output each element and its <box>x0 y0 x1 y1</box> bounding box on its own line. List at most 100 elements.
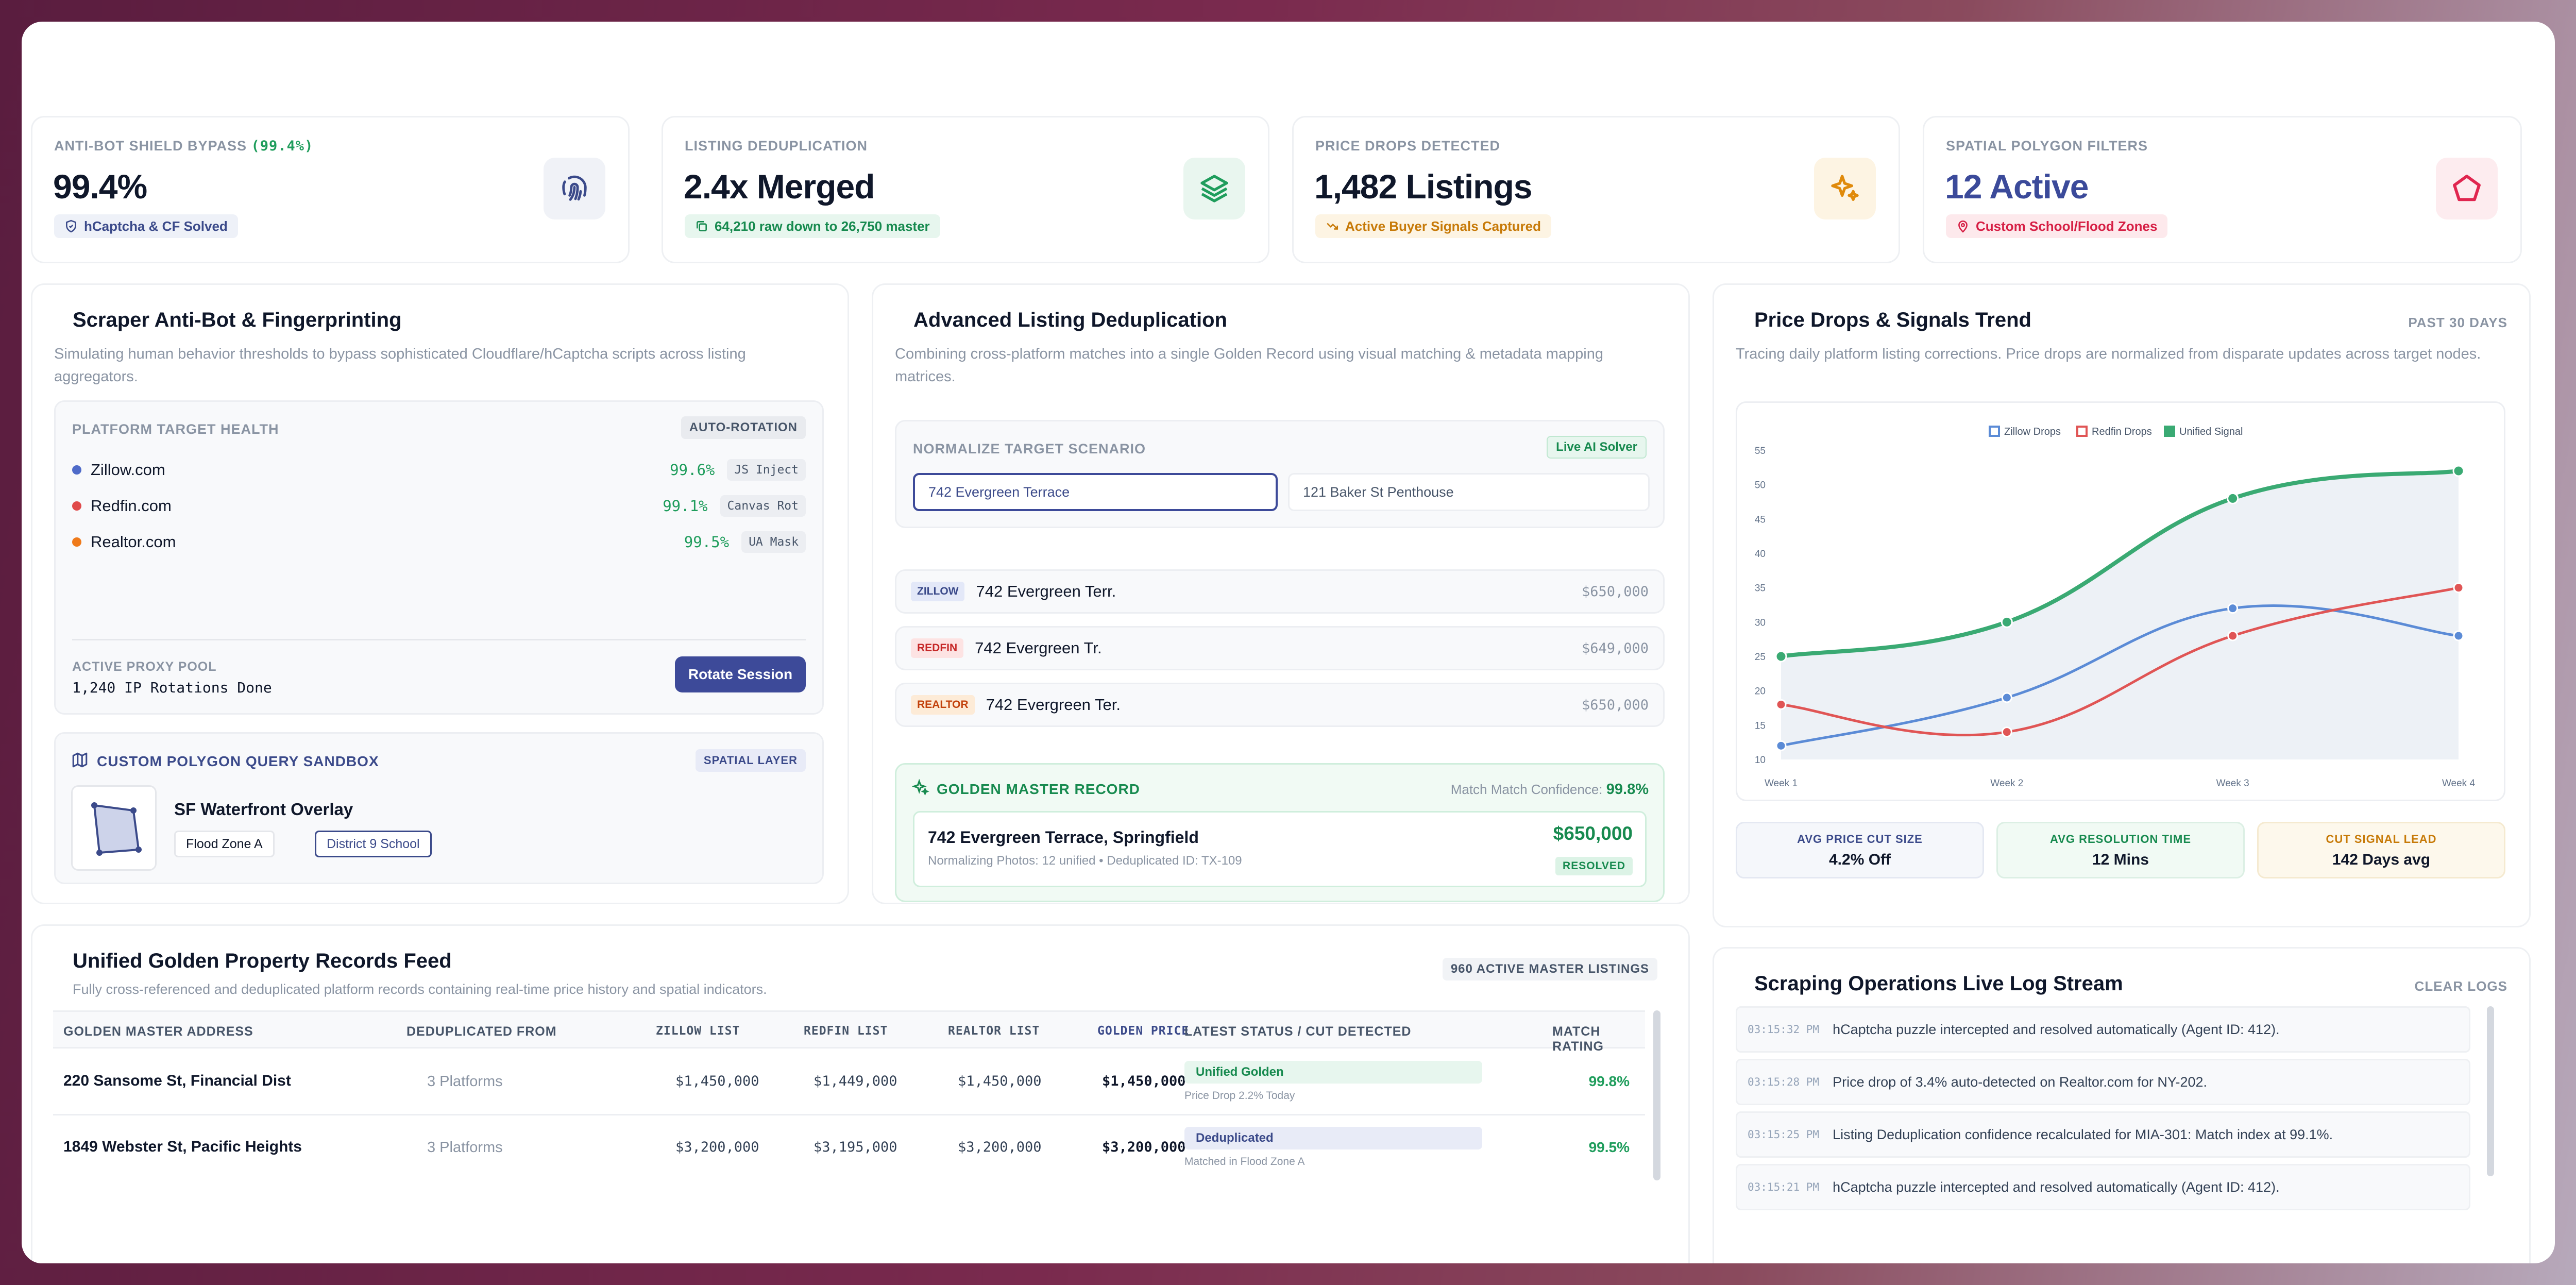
col-header-from: DEDUPLICATED FROM <box>406 1024 557 1039</box>
row-golden: $3,200,000 <box>1102 1139 1186 1155</box>
live-log-card: Scraping Operations Live Log Stream CLEA… <box>1713 947 2531 1263</box>
legend-swatch <box>2076 426 2088 437</box>
scenario-panel: NORMALIZE TARGET SCENARIO Live AI Solver… <box>895 420 1665 528</box>
y-tick-label: 25 <box>1755 652 1766 663</box>
platform-pct: 99.1% <box>663 497 708 515</box>
kpi-badge: hCaptcha & CF Solved <box>54 214 238 238</box>
kpi-badge: Custom School/Flood Zones <box>1946 214 2168 238</box>
table-row[interactable]: 220 Sansome St, Financial Dist 3 Platfor… <box>53 1049 1645 1115</box>
y-tick-label: 45 <box>1755 514 1766 525</box>
platform-method-tag: UA Mask <box>741 531 806 553</box>
stat-label: CUT SIGNAL LEAD <box>2326 833 2437 846</box>
spatial-layer-tag: SPATIAL LAYER <box>695 749 806 772</box>
price-trend-card: Price Drops & Signals Trend PAST 30 DAYS… <box>1713 283 2531 927</box>
scenario-option-baker[interactable]: 121 Baker St Penthouse <box>1288 473 1650 511</box>
log-entry: 03:15:28 PM Price drop of 3.4% auto-dete… <box>1736 1059 2470 1105</box>
golden-meta: Normalizing Photos: 12 unified • Dedupli… <box>928 854 1242 868</box>
log-scrollbar[interactable] <box>2487 1006 2494 1176</box>
table-header: GOLDEN MASTER ADDRESS DEDUPLICATED FROM … <box>53 1010 1645 1054</box>
table-scrollbar[interactable] <box>1653 1010 1660 1180</box>
log-message: Price drop of 3.4% auto-detected on Real… <box>1833 1074 2207 1090</box>
y-tick-label: 15 <box>1755 720 1766 731</box>
log-entry: 03:15:25 PM Listing Deduplication confid… <box>1736 1111 2470 1158</box>
source-badge: REALTOR <box>911 695 975 715</box>
data-point <box>2227 630 2239 641</box>
table-row[interactable]: 1849 Webster St, Pacific Heights 3 Platf… <box>53 1115 1645 1182</box>
scenario-option-evergreen[interactable]: 742 Evergreen Terrace <box>913 473 1278 511</box>
col-header-golden: GOLDEN PRICE <box>1097 1024 1190 1038</box>
copy-icon <box>697 221 707 231</box>
log-title: Scraping Operations Live Log Stream <box>1754 972 2123 995</box>
golden-address: 742 Evergreen Terrace, Springfield <box>928 828 1199 847</box>
scenario-label: NORMALIZE TARGET SCENARIO <box>913 441 1146 456</box>
stat-avg-price-cut: AVG PRICE CUT SIZE 4.2% Off <box>1736 822 1984 878</box>
legend-label: Unified Signal <box>2179 426 2243 437</box>
row-status-detail: Matched in Flood Zone A <box>1184 1156 1305 1168</box>
map-icon <box>72 752 88 768</box>
golden-master-panel: GOLDEN MASTER RECORD Match Match Confide… <box>895 763 1665 902</box>
listing-row-zillow[interactable]: ZILLOW 742 Evergreen Terr. $650,000 <box>895 569 1665 614</box>
feed-title: Unified Golden Property Records Feed <box>73 950 452 972</box>
y-tick-label: 50 <box>1755 480 1766 491</box>
golden-records-feed-card: Unified Golden Property Records Feed Ful… <box>31 924 1690 1263</box>
status-dot <box>72 537 81 547</box>
listing-price: $650,000 <box>1581 697 1649 713</box>
log-entry: 03:15:32 PM hCaptcha puzzle intercepted … <box>1736 1006 2470 1053</box>
divider <box>72 639 806 640</box>
golden-record-box[interactable]: 742 Evergreen Terrace, Springfield Norma… <box>913 811 1647 887</box>
listing-address: 742 Evergreen Terr. <box>976 582 1116 600</box>
stat-avg-resolution: AVG RESOLUTION TIME 12 Mins <box>1996 822 2245 878</box>
log-time: 03:15:21 PM <box>1748 1181 1820 1193</box>
feed-table: GOLDEN MASTER ADDRESS DEDUPLICATED FROM … <box>53 1010 1666 1263</box>
clear-logs-button[interactable]: CLEAR LOGS <box>2415 978 2507 994</box>
data-point <box>2001 616 2013 628</box>
platform-health-panel: PLATFORM TARGET HEALTH AUTO-ROTATION Zil… <box>54 400 824 715</box>
y-tick-label: 10 <box>1755 755 1766 766</box>
row-redfin: $3,195,000 <box>814 1139 897 1155</box>
trend-range: PAST 30 DAYS <box>2408 315 2507 330</box>
overlay-tag-school[interactable]: District 9 School <box>315 831 432 857</box>
platform-row-realtor: Realtor.com 99.5% UA Mask <box>72 527 806 557</box>
y-tick-label: 20 <box>1755 686 1766 697</box>
pentagon-icon <box>2436 158 2498 219</box>
stat-label: AVG RESOLUTION TIME <box>2049 833 2192 846</box>
status-dot <box>72 465 81 475</box>
overlay-tag-flood[interactable]: Flood Zone A <box>174 831 275 857</box>
golden-label: GOLDEN MASTER RECORD <box>937 781 1140 797</box>
sparkles-icon <box>1814 158 1876 219</box>
kpi-label: LISTING DEDUPLICATION <box>685 138 868 154</box>
listing-row-redfin[interactable]: REDFIN 742 Evergreen Tr. $649,000 <box>895 626 1665 670</box>
rotate-session-button[interactable]: Rotate Session <box>675 656 806 692</box>
log-message: hCaptcha puzzle intercepted and resolved… <box>1833 1021 2280 1037</box>
log-entry: 03:15:21 PM hCaptcha puzzle intercepted … <box>1736 1164 2470 1210</box>
kpi-badge: 64,210 raw down to 26,750 master <box>685 214 940 238</box>
log-time: 03:15:28 PM <box>1748 1076 1820 1088</box>
listing-address: 742 Evergreen Tr. <box>975 639 1102 657</box>
row-rating: 99.5% <box>1588 1139 1630 1155</box>
stat-value: 4.2% Off <box>1828 851 1891 868</box>
legend-label: Redfin Drops <box>2092 426 2152 437</box>
platform-row-zillow: Zillow.com 99.6% JS Inject <box>72 454 806 485</box>
x-tick-label: Week 3 <box>2216 778 2249 789</box>
dashboard-frame: ANTI-BOT SHIELD BYPASS (99.4%) 99.4% hCa… <box>22 22 2555 1263</box>
data-point <box>2227 492 2239 504</box>
trend-subtitle: Tracing daily platform listing correctio… <box>1736 346 2481 362</box>
kpi-card-price-drops: PRICE DROPS DETECTED 1,482 Listings Acti… <box>1292 116 1900 263</box>
listing-row-realtor[interactable]: REALTOR 742 Evergreen Ter. $650,000 <box>895 683 1665 727</box>
log-list: 03:15:32 PM hCaptcha puzzle intercepted … <box>1736 1006 2497 1248</box>
polygon-preview[interactable] <box>71 785 157 871</box>
col-header-status: LATEST STATUS / CUT DETECTED <box>1184 1024 1412 1039</box>
row-status-badge: Unified Golden <box>1184 1061 1482 1084</box>
data-point <box>1775 699 1787 710</box>
fingerprint-icon <box>544 158 605 219</box>
row-from: 3 Platforms <box>427 1139 503 1156</box>
row-status-detail: Price Drop 2.2% Today <box>1184 1090 1295 1102</box>
data-point <box>2453 582 2464 594</box>
row-address: 220 Sansome St, Financial Dist <box>63 1072 291 1089</box>
col-header-address: GOLDEN MASTER ADDRESS <box>63 1024 253 1039</box>
kpi-value: 2.4x Merged <box>684 167 875 206</box>
platform-name: Realtor.com <box>91 533 176 551</box>
stat-value: 142 Days avg <box>2332 851 2431 868</box>
trend-chart: 10 15 20 25 30 35 40 45 50 55 Week 1 Week 2 Week 3 We… <box>1755 426 2475 789</box>
row-realtor: $3,200,000 <box>958 1139 1042 1155</box>
